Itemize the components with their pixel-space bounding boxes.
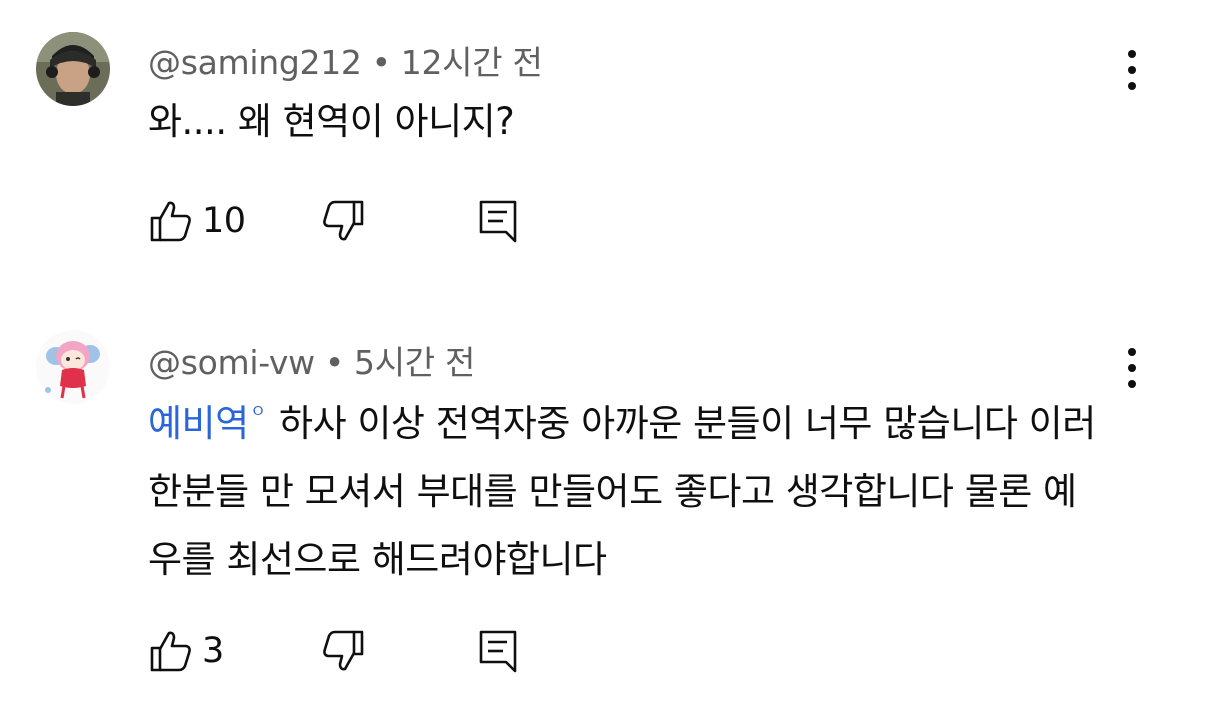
comment-text: 예비역 ᴼ 하사 이상 전역자중 아까운 분들이 너무 많습니다 이러한분들 만 모…	[148, 382, 1108, 594]
comment-meta: @saming212 • 12시간 전	[148, 36, 543, 84]
meta-separator: •	[371, 43, 391, 82]
anime-avatar-icon	[36, 330, 110, 404]
thumbs-down-icon	[323, 630, 364, 671]
thumbs-up-icon	[150, 631, 191, 672]
badge-label[interactable]: 예비역 ᴼ	[148, 402, 269, 445]
reply-button[interactable]	[476, 196, 520, 246]
dislike-button[interactable]	[320, 196, 366, 246]
reply-comment-icon	[479, 630, 517, 673]
more-vert-icon[interactable]	[1112, 344, 1152, 392]
comment-meta: @somi-vw • 5시간 전	[148, 336, 475, 384]
avatar[interactable]	[36, 330, 110, 404]
comment-1: @saming212 • 12시간 전 와.... 왜 현역이 아니지? 10	[0, 0, 1206, 300]
thumbs-down-icon	[323, 200, 364, 241]
dislike-button[interactable]	[320, 626, 366, 676]
badge-text: 예비역	[148, 402, 249, 445]
more-vert-icon[interactable]	[1112, 46, 1152, 94]
like-button[interactable]: 3	[148, 626, 224, 676]
comment-2: @somi-vw • 5시간 전 예비역 ᴼ 하사 이상 전역자중 아까운 분들이 너무…	[0, 300, 1206, 708]
author-name[interactable]: @somi-vw	[148, 343, 315, 382]
reply-button[interactable]	[476, 626, 520, 676]
author-name[interactable]: @saming212	[148, 43, 362, 82]
comment-content: 하사 이상 전역자중 아까운 분들이 너무 많습니다 이러한분들 만 모셔서 부…	[148, 402, 1096, 581]
comment-actions: 10	[148, 196, 548, 246]
badge-icon: ᴼ	[252, 403, 264, 428]
comment-time: 5시간 전	[354, 343, 476, 382]
like-count: 10	[202, 201, 246, 241]
like-count: 3	[202, 631, 224, 671]
comment-actions: 3	[148, 626, 548, 676]
thumbs-up-icon	[150, 201, 191, 242]
comment-content: 와.... 왜 현역이 아니지?	[148, 100, 515, 143]
comment-time: 12시간 전	[400, 43, 543, 82]
user-photo-icon	[36, 32, 110, 106]
avatar[interactable]	[36, 32, 110, 106]
meta-separator: •	[324, 343, 345, 382]
like-button[interactable]: 10	[148, 196, 246, 246]
comment-text: 와.... 왜 현역이 아니지?	[148, 88, 1108, 156]
reply-comment-icon	[479, 200, 517, 243]
